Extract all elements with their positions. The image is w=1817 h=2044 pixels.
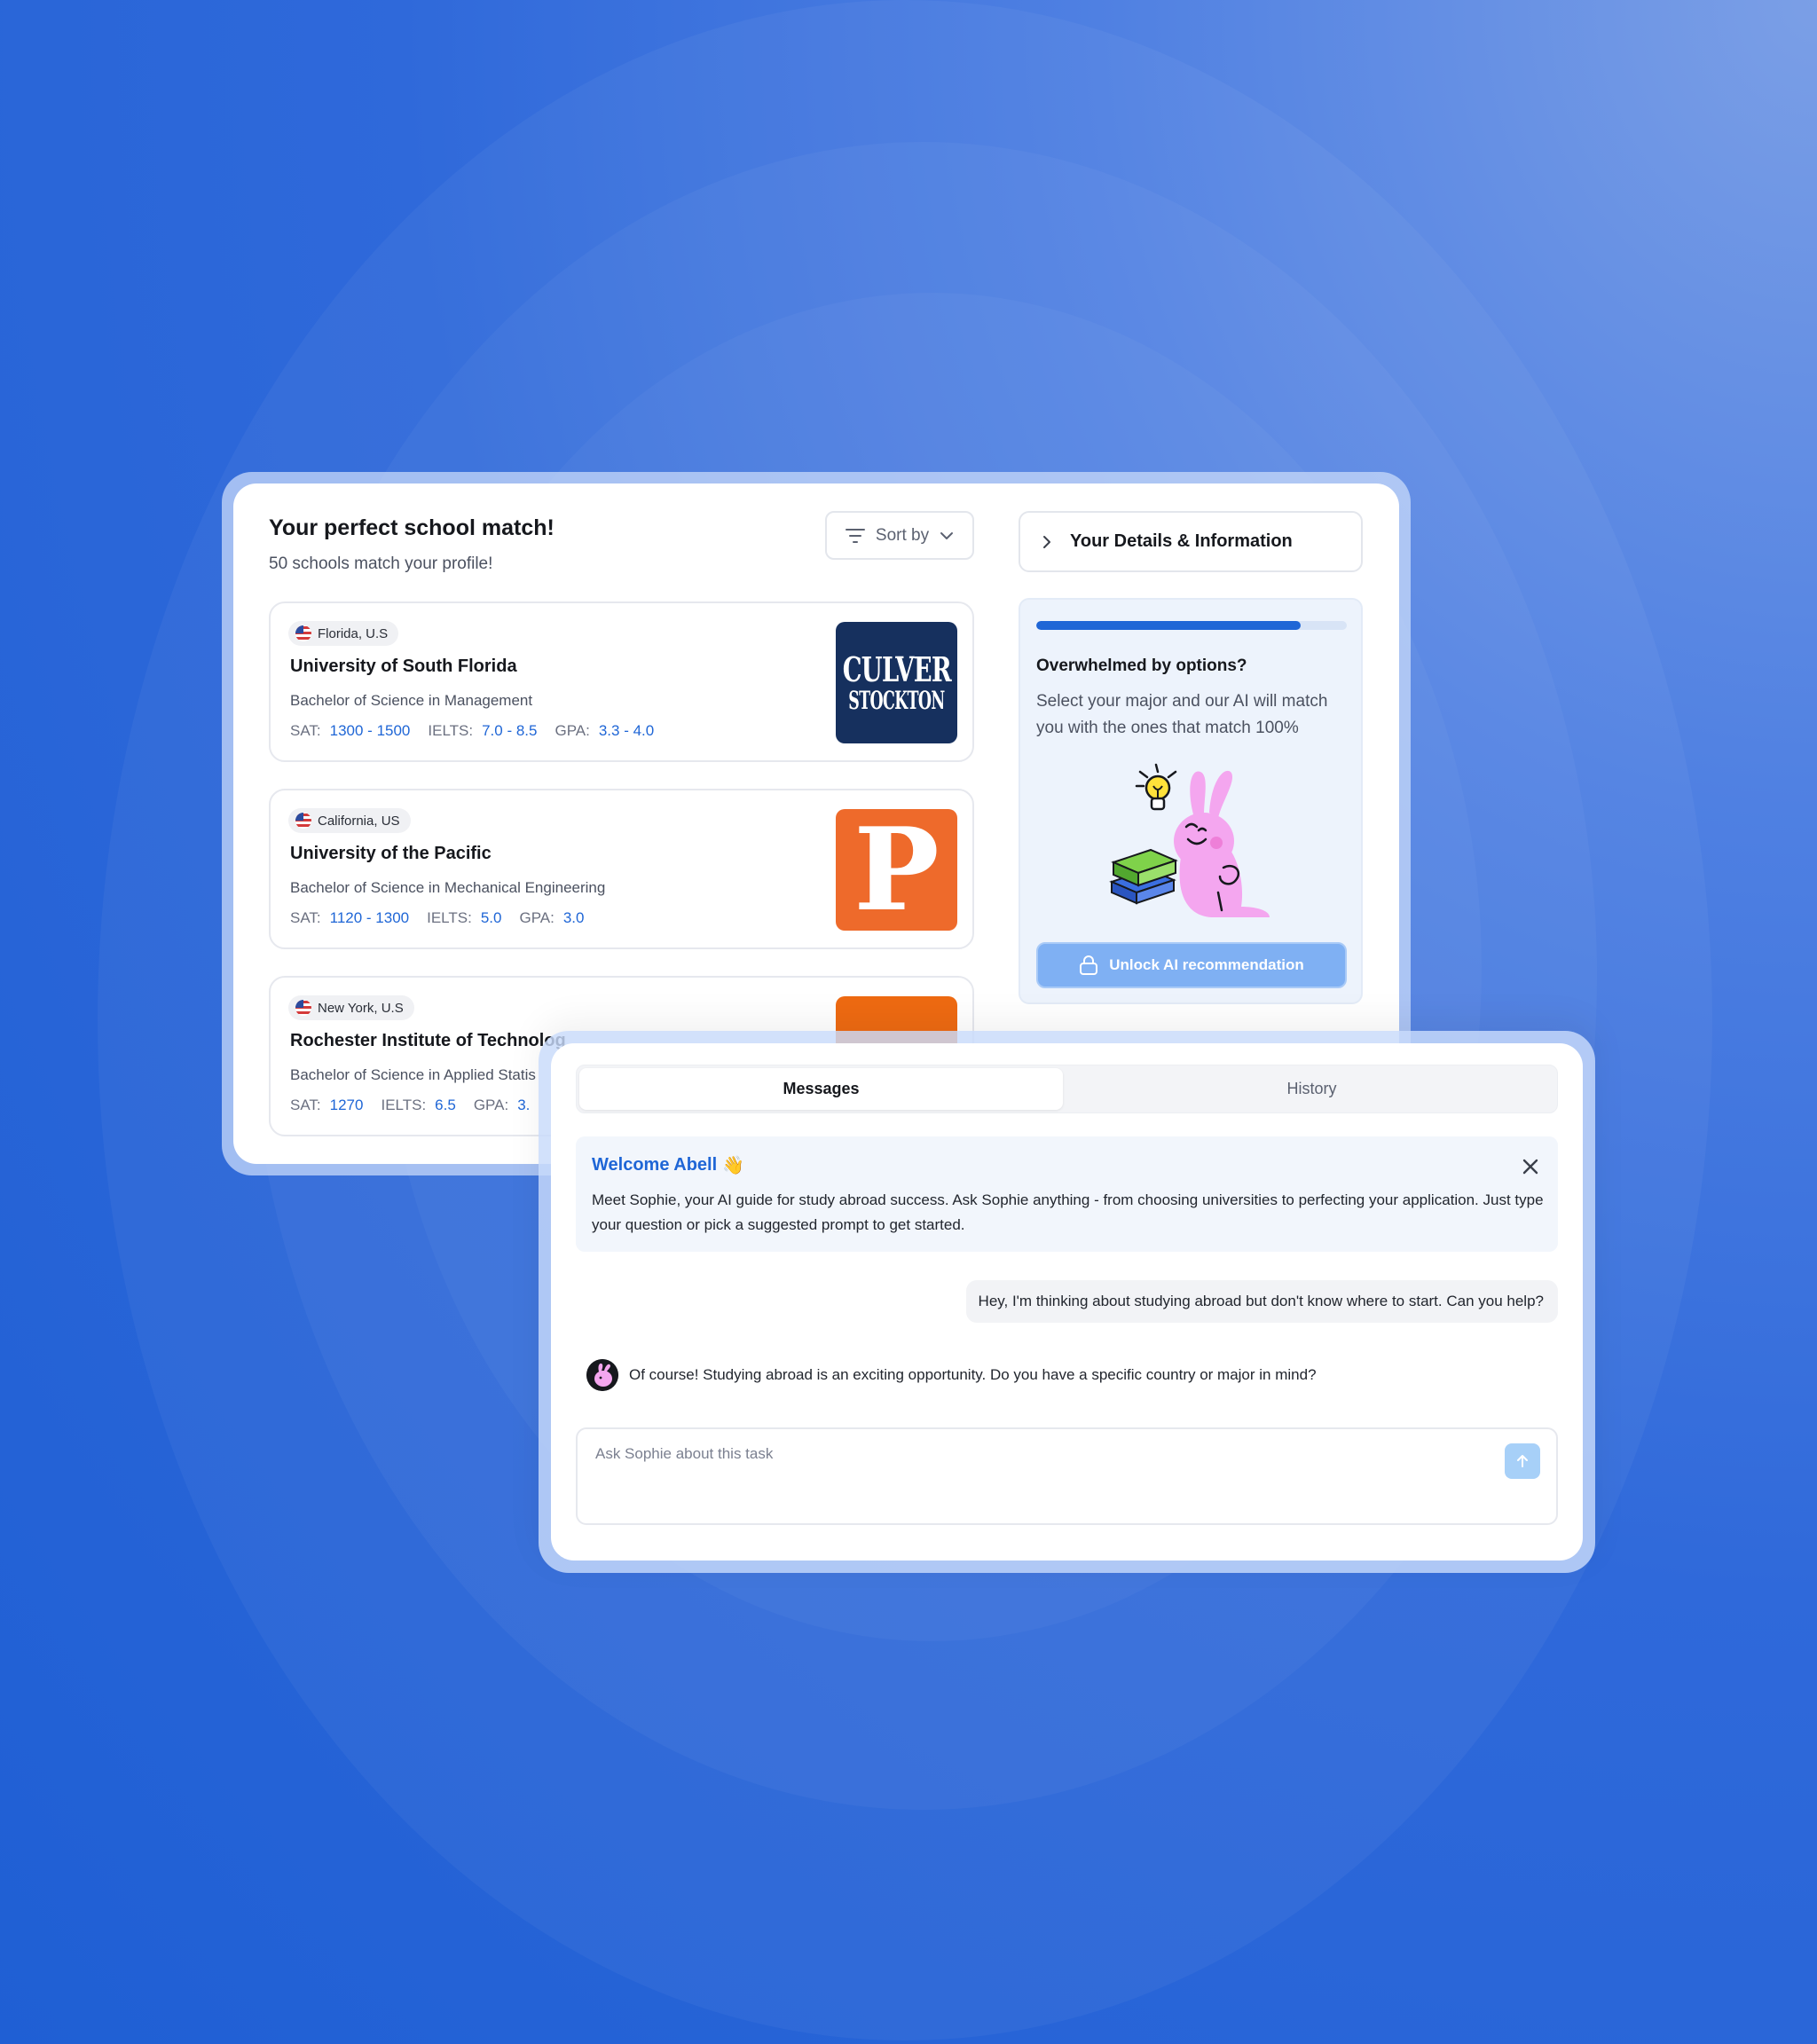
location-text: California, US — [318, 813, 400, 829]
sat-score: SAT: 1120 - 1300 — [290, 909, 410, 926]
school-name: University of the Pacific — [290, 844, 492, 863]
school-card-pacific[interactable]: California, US University of the Pacific… — [269, 789, 974, 949]
degree-name: Bachelor of Science in Management — [290, 692, 533, 709]
gpa-score: GPA: 3. — [473, 1097, 531, 1113]
unlock-ai-label: Unlock AI recommendation — [1109, 956, 1304, 973]
welcome-title: Welcome Abell 👋 — [592, 1155, 745, 1175]
location-badge: Florida, U.S — [288, 621, 399, 646]
us-flag-icon — [295, 1000, 311, 1016]
ielts-score: IELTS: 6.5 — [381, 1097, 456, 1113]
sat-score: SAT: 1270 — [290, 1097, 364, 1113]
gpa-score: GPA: 3.0 — [519, 909, 585, 926]
us-flag-icon — [295, 813, 311, 829]
us-flag-icon — [295, 625, 311, 641]
bunny-body — [1174, 770, 1270, 917]
chevron-down-icon — [940, 531, 954, 539]
message-composer — [576, 1427, 1558, 1525]
tab-history[interactable]: History — [1070, 1068, 1553, 1110]
welcome-text: Meet Sophie, your AI guide for study abr… — [592, 1191, 1544, 1233]
lock-icon — [1080, 955, 1098, 975]
school-logo: P — [836, 809, 957, 931]
details-label: Your Details & Information — [1070, 531, 1293, 551]
waving-hand-icon: 👋 — [722, 1156, 745, 1175]
unlock-ai-button[interactable]: Unlock AI recommendation — [1036, 942, 1347, 988]
chat-card: Messages History Welcome Abell 👋 Meet So… — [551, 1043, 1583, 1561]
school-name: University of South Florida — [290, 656, 517, 676]
arrow-up-icon — [1517, 1455, 1528, 1467]
sort-by-button[interactable]: Sort by — [825, 511, 974, 560]
ai-recommendation-panel: Overwhelmed by options? Select your majo… — [1019, 598, 1363, 1004]
filter-icon — [845, 528, 865, 543]
sat-score: SAT: 1300 - 1500 — [290, 722, 411, 739]
chevron-right-icon — [1043, 535, 1050, 548]
lightbulb-icon — [1135, 763, 1177, 811]
school-card-usf[interactable]: Florida, U.S University of South Florida… — [269, 601, 974, 762]
score-requirements: SAT: 1300 - 1500 IELTS: 7.0 - 8.5 GPA: 3.3 … — [290, 722, 654, 740]
send-button[interactable] — [1505, 1443, 1540, 1479]
tab-messages[interactable]: Messages — [579, 1068, 1063, 1110]
degree-name: Bachelor of Science in Applied Statis — [290, 1066, 536, 1083]
assistant-message-text: Of course! Studying abroad is an excitin… — [629, 1366, 1317, 1383]
degree-name: Bachelor of Science in Mechanical Engine… — [290, 879, 606, 896]
user-message-bubble: Hey, I'm thinking about studying abroad … — [965, 1280, 1558, 1323]
chat-tabs: Messages History — [576, 1065, 1558, 1113]
ielts-score: IELTS: 7.0 - 8.5 — [428, 722, 538, 739]
assistant-message: Of course! Studying abroad is an excitin… — [586, 1359, 1317, 1391]
progress-bar — [1036, 621, 1347, 630]
ai-panel-text: Select your major and our AI will match … — [1036, 692, 1328, 737]
location-badge: New York, U.S — [288, 995, 414, 1020]
close-icon[interactable] — [1518, 1154, 1543, 1179]
school-name: Rochester Institute of Technolog — [290, 1031, 566, 1050]
score-requirements: SAT: 1270 IELTS: 6.5 GPA: 3. — [290, 1097, 530, 1114]
location-badge: California, US — [288, 808, 411, 833]
sort-by-label: Sort by — [875, 525, 930, 545]
books-icon — [1109, 848, 1178, 905]
chat-input[interactable] — [595, 1445, 1465, 1463]
score-requirements: SAT: 1120 - 1300 IELTS: 5.0 GPA: 3.0 — [290, 909, 584, 927]
location-text: New York, U.S — [318, 1000, 404, 1016]
progress-fill — [1036, 621, 1301, 630]
ielts-score: IELTS: 5.0 — [427, 909, 502, 926]
page-title: Your perfect school match! — [269, 515, 555, 540]
details-toggle-button[interactable]: Your Details & Information — [1019, 511, 1363, 572]
gpa-score: GPA: 3.3 - 4.0 — [555, 722, 655, 739]
match-count: 50 schools match your profile! — [269, 554, 493, 573]
school-logo: CULVER STOCKTON — [836, 622, 957, 743]
assistant-avatar — [586, 1359, 618, 1391]
welcome-banner: Welcome Abell 👋 Meet Sophie, your AI gui… — [576, 1136, 1558, 1252]
ai-panel-title: Overwhelmed by options? — [1036, 656, 1247, 675]
bunny-mascot-illustration — [1109, 763, 1270, 917]
location-text: Florida, U.S — [318, 625, 389, 641]
